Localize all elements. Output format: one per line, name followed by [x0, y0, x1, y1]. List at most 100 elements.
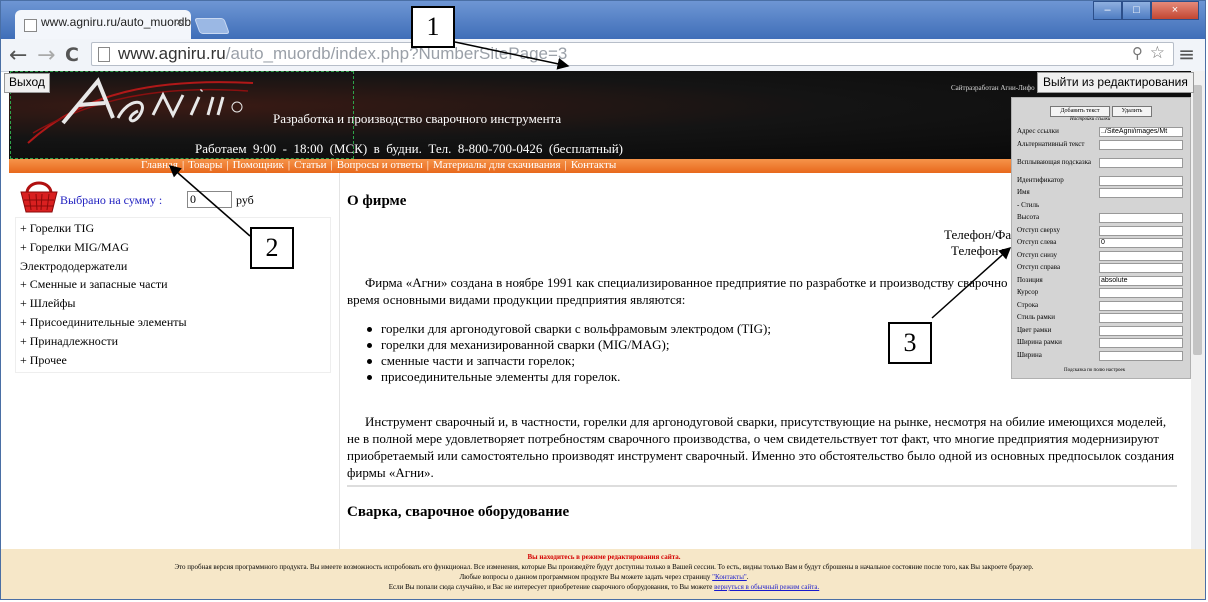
nav-items: Главная | Товары | Помощник | Статьи | Вопросы и… [139, 159, 618, 172]
page-favicon-icon [24, 19, 37, 32]
return-line: Если Вы попали сюда случайно, и Вас не и… [1, 582, 1205, 592]
star-icon[interactable]: ☆ [1150, 43, 1165, 63]
panel-field-input[interactable] [1099, 338, 1183, 348]
add-text-button[interactable]: Добавить текст [1050, 106, 1110, 117]
section-divider [347, 485, 1177, 487]
panel-field-input[interactable] [1099, 157, 1183, 168]
panel-field-label: Адрес ссылки [1017, 127, 1059, 135]
nav-item[interactable]: Контакты [569, 159, 618, 171]
category-item[interactable]: + Горелки TIG [20, 221, 94, 236]
return-normal-mode-link[interactable]: вернуться в обычный режим сайта. [714, 583, 819, 591]
panel-field-input[interactable] [1099, 250, 1183, 261]
panel-field-input[interactable]: absolute [1099, 275, 1183, 286]
section-title-welding: Сварка, сварочное оборудование [347, 504, 570, 520]
questions-text: Любые вопросы о данном программном проду… [459, 573, 713, 581]
panel-field-label: Позиция [1017, 275, 1043, 284]
panel-field-input[interactable] [1099, 263, 1183, 273]
nav-item[interactable]: Помощник [231, 159, 286, 171]
list-item: присоединительные элементы для горелок. [367, 369, 771, 385]
panel-field-input[interactable]: ../SiteAgni/images/Mt [1099, 127, 1183, 137]
panel-field-input[interactable] [1099, 325, 1183, 336]
panel-field-label: Отступ справа [1017, 263, 1061, 271]
category-item[interactable]: + Прочее [20, 353, 67, 368]
currency-label: руб [236, 193, 254, 207]
callout-1: 1 [411, 6, 455, 48]
nav-item[interactable]: Материалы для скачивания [431, 159, 563, 171]
panel-field-input[interactable] [1099, 288, 1183, 298]
tab-title: www.agniru.ru/auto_muordb [41, 15, 192, 29]
panel-field-label: - Стиль [1017, 200, 1040, 209]
link-settings-panel: Добавить текст Удалить Настройки ссылки … [1011, 97, 1191, 379]
page-icon [98, 47, 110, 62]
about-paragraph-2: Инструмент сварочный и, в частности, гор… [347, 414, 1175, 480]
panel-field-label: Всплывающая подсказка [1017, 157, 1092, 166]
panel-field-label: Ширина [1017, 350, 1042, 359]
panel-field-input[interactable] [1099, 139, 1183, 150]
delete-button[interactable]: Удалить [1112, 106, 1152, 117]
scrollbar-thumb[interactable] [1193, 85, 1202, 355]
new-tab-button[interactable] [194, 18, 230, 34]
list-item: горелки для механизированной сварки (MIG… [367, 337, 771, 353]
contacts-link[interactable]: "Контакты" [712, 573, 747, 581]
browser-tab[interactable]: www.agniru.ru/auto_muordb × [15, 10, 191, 39]
panel-field-label: Альтернативный текст [1017, 139, 1085, 148]
category-item[interactable]: Электрододержатели [20, 259, 127, 274]
panel-field-input[interactable] [1099, 188, 1183, 198]
phone-fax: Телефон/Фа [944, 227, 1012, 242]
panel-field-input[interactable] [1099, 225, 1183, 236]
panel-field-input[interactable] [1099, 300, 1183, 311]
panel-hint: Подсказка по полю настроек [1064, 368, 1126, 373]
product-list: горелки для аргонодуговой сварки с вольф… [367, 321, 771, 385]
category-item[interactable]: + Присоединительные элементы [20, 315, 187, 330]
menu-icon[interactable]: ≡ [1178, 42, 1195, 66]
category-item[interactable]: + Горелки MIG/MAG [20, 240, 129, 255]
panel-field-input[interactable] [1099, 175, 1183, 186]
panel-field-label: Имя [1017, 188, 1030, 196]
window-controls: – □ × [1093, 1, 1199, 20]
url-text[interactable]: www.agniru.ru/auto_muordb/index.php?Numb… [118, 44, 567, 64]
questions-line: Любые вопросы о данном программном проду… [459, 573, 749, 581]
edit-mode-footer: Вы находитесь в режиме редактирования са… [1, 549, 1205, 599]
tab-close-icon[interactable]: × [176, 15, 183, 29]
category-item[interactable]: + Сменные и запасные части [20, 277, 168, 292]
category-item[interactable]: + Принадлежности [20, 334, 118, 349]
section-title-about: О фирме [347, 193, 407, 209]
basket-icon[interactable] [19, 178, 59, 214]
nav-item[interactable]: Главная [139, 159, 180, 171]
nav-item[interactable]: Товары [186, 159, 224, 171]
panel-field-input[interactable] [1099, 213, 1183, 223]
back-arrow-icon[interactable]: ← [9, 43, 27, 68]
browser-toolbar: ← → C www.agniru.ru/auto_muordb/index.ph… [1, 39, 1205, 72]
category-item[interactable]: + Шлейфы [20, 296, 75, 311]
callout-2: 2 [250, 227, 294, 269]
forward-arrow-icon[interactable]: → [37, 43, 55, 68]
reload-icon[interactable]: C [65, 44, 79, 66]
edit-mode-warning: Вы находитесь в режиме редактирования са… [527, 553, 681, 561]
callout-3: 3 [888, 322, 932, 364]
return-text: Если Вы попали сюда случайно, и Вас не и… [388, 583, 715, 591]
panel-field-input[interactable]: 0 [1099, 238, 1183, 248]
panel-field-label: Отступ слева [1017, 238, 1057, 246]
panel-field-label: Отступ снизу [1017, 250, 1057, 259]
exit-button[interactable]: Выход [4, 73, 50, 93]
phone-hotline: Телефон г [951, 243, 1008, 258]
panel-field-label: Курсор [1017, 288, 1039, 296]
search-icon[interactable]: ⚲ [1132, 44, 1143, 62]
nav-item[interactable]: Статьи [292, 159, 328, 171]
url-path: /auto_muordb/index.php?NumberSitePage=3 [225, 44, 568, 63]
nav-item[interactable]: Вопросы и ответы [335, 159, 425, 171]
maximize-button[interactable]: □ [1122, 1, 1151, 20]
panel-field-label: Идентификатор [1017, 175, 1064, 184]
panel-field-label: Цвет рамки [1017, 325, 1052, 334]
panel-field-input[interactable] [1099, 350, 1183, 361]
panel-field-input[interactable] [1099, 313, 1183, 323]
selected-sum-field[interactable] [187, 191, 232, 208]
page-scrollbar[interactable] [1191, 71, 1205, 551]
minimize-button[interactable]: – [1093, 1, 1122, 20]
browser-window: www.agniru.ru/auto_muordb × – □ × ← → C … [0, 0, 1206, 600]
address-bar[interactable]: www.agniru.ru/auto_muordb/index.php?Numb… [91, 42, 1174, 66]
panel-title: Настройки ссылки [1070, 117, 1111, 122]
close-window-button[interactable]: × [1151, 1, 1199, 20]
developer-note: Сайтразработан Агни-Лифо [951, 84, 1035, 92]
exit-edit-mode-button[interactable]: Выйти из редактирования [1037, 72, 1194, 93]
